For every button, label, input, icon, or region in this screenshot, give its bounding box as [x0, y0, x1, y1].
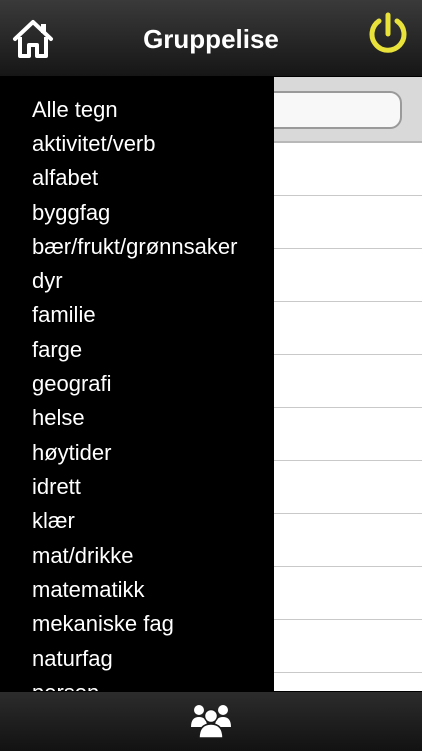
category-item[interactable]: høytider [32, 440, 111, 466]
category-item[interactable]: dyr [32, 268, 63, 294]
page-title: Gruppelise [143, 24, 279, 54]
category-item[interactable]: helse [32, 405, 85, 431]
category-item[interactable]: farge [32, 337, 82, 363]
category-item[interactable]: mat/drikke [32, 543, 133, 569]
bottom-bar [0, 691, 422, 751]
category-item[interactable]: byggfag [32, 200, 110, 226]
category-item[interactable]: geografi [32, 371, 112, 397]
category-item[interactable]: alfabet [32, 165, 98, 191]
power-icon [369, 12, 407, 53]
category-item[interactable]: bær/frukt/grønnsaker [32, 234, 237, 260]
category-item[interactable]: naturfag [32, 646, 113, 672]
category-drawer: Alle tegn aktivitet/verb alfabet byggfag… [0, 77, 274, 691]
category-item[interactable]: Alle tegn [32, 97, 118, 123]
category-item[interactable]: klær [32, 508, 75, 534]
category-item[interactable]: aktivitet/verb [32, 131, 156, 157]
group-button[interactable] [188, 700, 234, 740]
top-bar: Gruppelise [0, 0, 422, 77]
category-item[interactable]: mekaniske fag [32, 611, 174, 637]
category-item[interactable]: person [32, 680, 99, 691]
power-button[interactable] [364, 10, 412, 58]
category-item[interactable]: idrett [32, 474, 81, 500]
category-item[interactable]: familie [32, 302, 96, 328]
group-icon [191, 705, 231, 739]
category-item[interactable]: matematikk [32, 577, 144, 603]
